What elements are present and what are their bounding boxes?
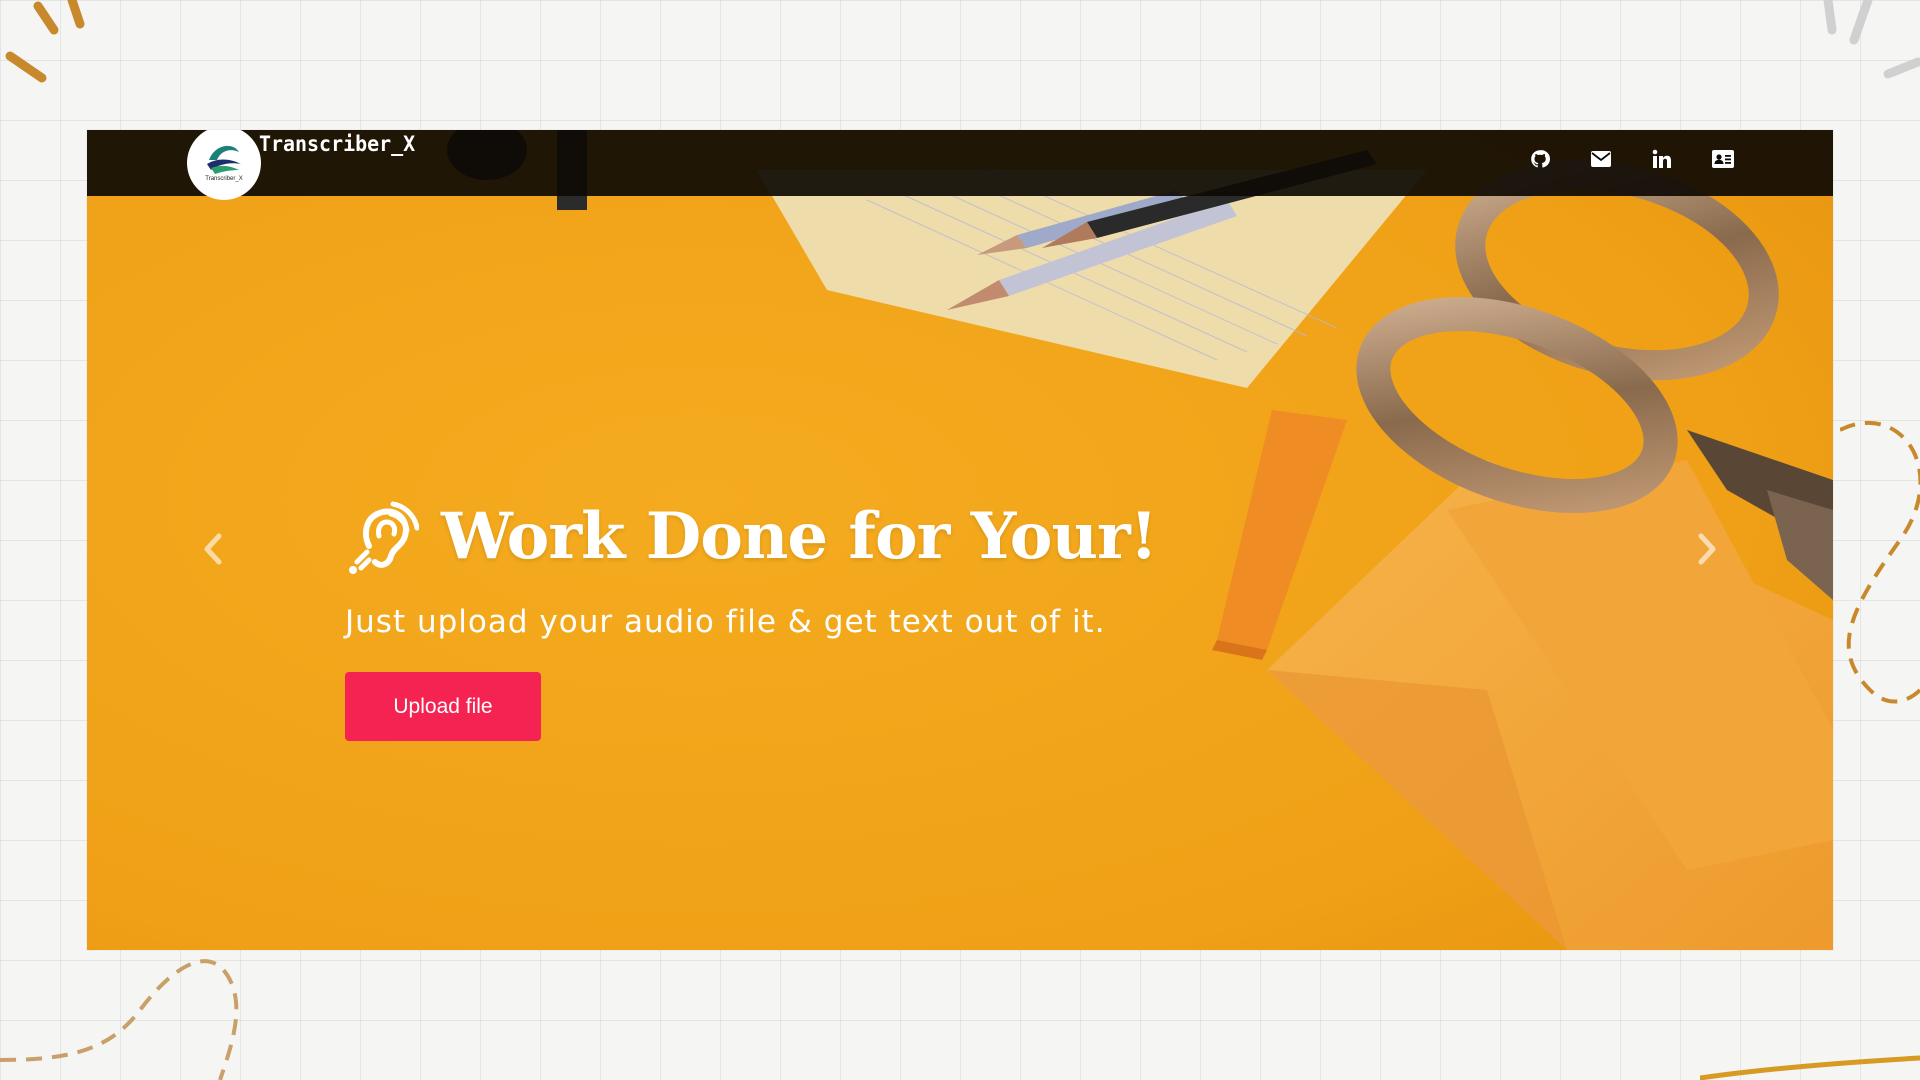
hero-carousel: Transcriber_X Transcriber_X Work Done fo… xyxy=(87,130,1833,950)
logo-caption: Transcriber_X xyxy=(205,176,243,182)
linkedin-icon[interactable] xyxy=(1649,146,1674,171)
navbar: Transcriber_X Transcriber_X xyxy=(87,130,1833,198)
corner-burst-doodle-top-left xyxy=(5,0,85,83)
social-links xyxy=(1527,146,1735,171)
brand-logo[interactable]: Transcriber_X xyxy=(189,130,259,198)
dashed-curve-doodle-bottom-left xyxy=(0,959,239,1080)
hero-caption: Work Done for Your! Just upload your aud… xyxy=(345,499,1158,741)
brush-stroke-doodle-bottom-right xyxy=(1700,1055,1920,1080)
hero-subtitle: Just upload your audio file & get text o… xyxy=(345,604,1106,640)
chevron-right-icon xyxy=(1698,533,1716,565)
envelope-icon[interactable] xyxy=(1588,146,1613,171)
corner-burst-doodle-top-right xyxy=(1823,0,1920,79)
headline-row: Work Done for Your! xyxy=(345,499,1158,574)
hero-headline: Work Done for Your! xyxy=(441,499,1158,574)
brand-name[interactable]: Transcriber_X xyxy=(259,132,415,156)
ear-icon xyxy=(349,501,419,574)
carousel-prev-button[interactable] xyxy=(193,524,233,574)
github-icon[interactable] xyxy=(1527,146,1552,171)
contact-card-icon[interactable] xyxy=(1710,146,1735,171)
dashed-curve-doodle-right xyxy=(1840,421,1920,704)
chevron-left-icon xyxy=(204,533,222,565)
wave-logo-icon xyxy=(207,143,241,174)
upload-file-button[interactable]: Upload file xyxy=(345,672,541,741)
carousel-next-button[interactable] xyxy=(1687,524,1727,574)
